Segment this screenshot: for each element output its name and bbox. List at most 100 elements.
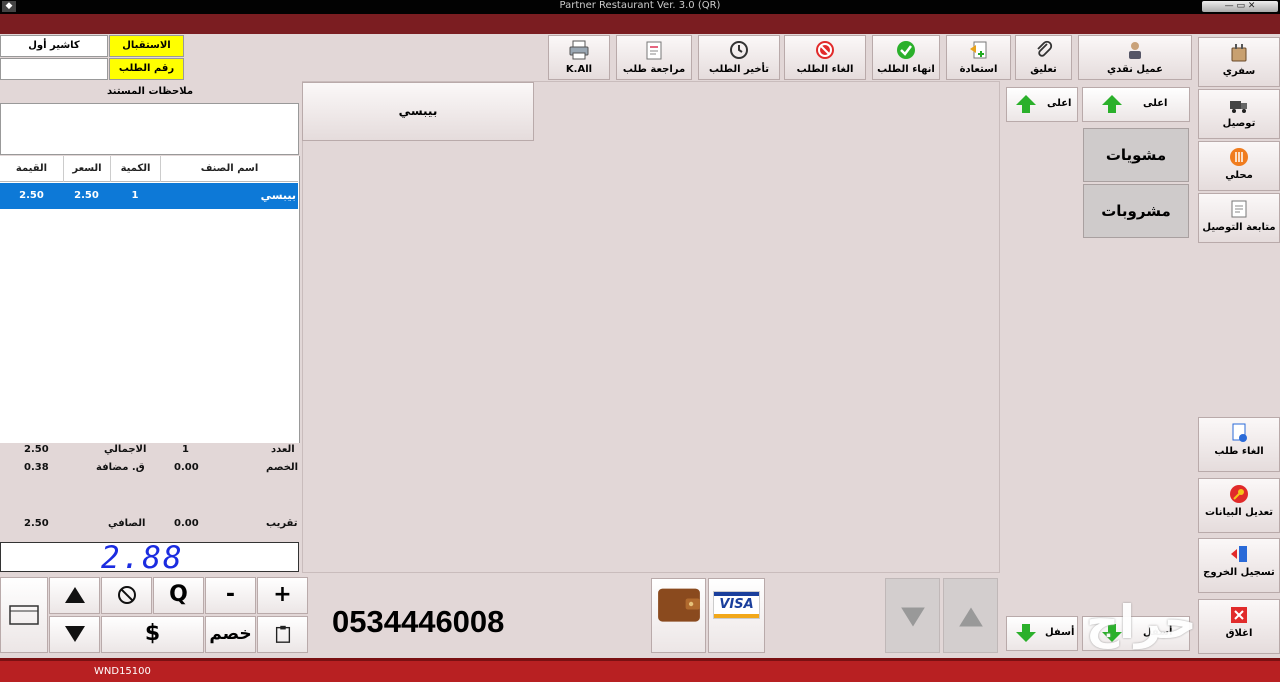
amount-display-value: 2.88 [101, 540, 184, 576]
order-number-label: رقم الطلب [109, 58, 184, 80]
product-down-button[interactable]: أسفل [1006, 616, 1078, 651]
cell-name: بيبسي [260, 189, 296, 202]
sidebar-item-dine-in[interactable]: محلي [1198, 141, 1280, 191]
visa-card-icon: VISA [713, 591, 760, 619]
prohibit-icon [117, 586, 136, 604]
minus-button[interactable]: - [205, 577, 256, 614]
discount-button[interactable]: خصم [205, 616, 256, 653]
visa-payment-button[interactable]: VISA [708, 578, 765, 653]
column-header-qty: الكمية [110, 156, 160, 182]
amount-display: 2.88 [0, 540, 299, 576]
sidebar-item-label: سفري [1222, 66, 1256, 77]
arrow-up-icon [1016, 95, 1036, 113]
order-number-field [0, 58, 108, 80]
restore-button[interactable]: استعادة [946, 35, 1011, 80]
review-order-button[interactable]: مراجعة طلب [616, 35, 692, 80]
sidebar-item-label: تعديل البيانات [1205, 507, 1273, 518]
row-up-button[interactable] [49, 577, 100, 614]
clock-icon [730, 41, 748, 59]
net-value: 2.50 [24, 518, 49, 529]
category-up-label: اعلى [1143, 98, 1168, 109]
category-item[interactable]: مشويات [1083, 128, 1189, 182]
category-up-button[interactable]: اعلى [1082, 87, 1190, 122]
restore-file-icon [969, 41, 986, 59]
cell-value: 2.50 [19, 190, 44, 201]
cell-qty: 1 [131, 190, 139, 201]
arrow-down-icon [1016, 624, 1036, 642]
rounding-label: تقريب [266, 518, 298, 529]
rounding-value: 0.00 [174, 518, 199, 529]
review-document-icon [646, 41, 662, 60]
triangle-down-icon [64, 626, 85, 642]
takeaway-icon [1231, 44, 1247, 62]
plus-button[interactable]: + [257, 577, 308, 614]
cash-customer-button[interactable]: عميل نقدي [1078, 35, 1192, 80]
sidebar-item-label: توصيل [1222, 118, 1256, 129]
watermark: حراج [1086, 595, 1197, 649]
sidebar-item-close[interactable]: اغلاق [1198, 599, 1280, 654]
review-order-label: مراجعة طلب [622, 64, 686, 75]
visa-label: VISA [719, 597, 754, 612]
status-bar: WND15100 [0, 658, 1280, 682]
no-entry-icon [816, 41, 834, 59]
top-strip [0, 14, 1280, 34]
sidebar-item-takeaway[interactable]: سفري [1198, 37, 1280, 87]
product-up-button[interactable]: اعلى [1006, 87, 1078, 122]
kitchen-all-button[interactable]: K.All [548, 35, 610, 80]
net-label: الصافي [108, 518, 146, 529]
table-row[interactable]: بيبسي 1 2.50 2.50 [0, 183, 298, 209]
suspend-label: تعليق [1030, 64, 1057, 75]
suspend-button[interactable]: تعليق [1015, 35, 1072, 80]
delivery-truck-icon [1230, 101, 1247, 113]
cash-customer-label: عميل نقدي [1107, 64, 1163, 75]
clipboard-button[interactable] [257, 616, 308, 653]
paperclip-icon [1036, 40, 1052, 57]
sidebar-item-logout[interactable]: تسجيل الخروج [1198, 538, 1280, 593]
triangle-down-icon [901, 607, 925, 627]
cancel-order-button[interactable]: الغاء الطلب [784, 35, 866, 80]
phone-number: 0534446008 [332, 604, 505, 639]
total-label: الاجمالي [104, 444, 147, 455]
sidebar-item-delivery[interactable]: توصيل [1198, 89, 1280, 139]
column-header-name: اسم الصنف [160, 156, 298, 182]
sidebar-item-label: متابعة التوصيل [1202, 222, 1276, 233]
column-header-value: القيمة [15, 163, 48, 174]
sidebar-item-label: اغلاق [1225, 628, 1253, 639]
status-code: WND15100 [94, 666, 151, 677]
page-up-button[interactable] [943, 578, 998, 653]
restore-label: استعادة [959, 64, 998, 75]
notes-field[interactable] [0, 103, 299, 155]
logout-icon [1231, 546, 1247, 562]
sidebar-item-edit-data[interactable]: تعديل البيانات [1198, 478, 1280, 533]
payment-button[interactable]: $ [101, 616, 204, 653]
drawer-button[interactable] [0, 577, 48, 653]
cash-drawer-icon [9, 605, 39, 625]
grid-header: اسم الصنف الكمية السعر القيمة [0, 156, 298, 182]
cashier-label: الاستقبال [109, 35, 184, 57]
finish-order-button[interactable]: انهاء الطلب [872, 35, 940, 80]
sidebar-item-label: محلي [1225, 170, 1253, 181]
notes-label: ملاحظات المستند [106, 86, 194, 97]
triangle-up-icon [959, 607, 983, 627]
sidebar-item-label: تسجيل الخروج [1203, 567, 1275, 578]
total-value: 2.50 [24, 444, 49, 455]
page-down-button[interactable] [885, 578, 940, 653]
product-item[interactable]: بيبسي [302, 82, 534, 141]
column-header-price: السعر [63, 156, 110, 182]
sidebar-item-cancel-order[interactable]: الغاء طلب [1198, 417, 1280, 472]
cell-price: 2.50 [74, 190, 99, 201]
category-item[interactable]: مشروبات [1083, 184, 1189, 238]
window-controls[interactable]: — ▭ ✕ [1202, 1, 1278, 12]
vat-label: ق. مضافة [96, 462, 145, 473]
quantity-button[interactable]: Q [153, 577, 204, 614]
delay-order-button[interactable]: تأخير الطلب [698, 35, 780, 80]
kitchen-all-label: K.All [565, 64, 593, 75]
cash-payment-button[interactable] [651, 578, 706, 653]
key-icon [1230, 485, 1248, 503]
check-icon [897, 41, 915, 59]
void-button[interactable] [101, 577, 152, 614]
close-icon [1231, 607, 1247, 623]
row-down-button[interactable] [49, 616, 100, 653]
sidebar-item-delivery-tracking[interactable]: متابعة التوصيل [1198, 193, 1280, 243]
dine-in-icon [1230, 148, 1248, 166]
